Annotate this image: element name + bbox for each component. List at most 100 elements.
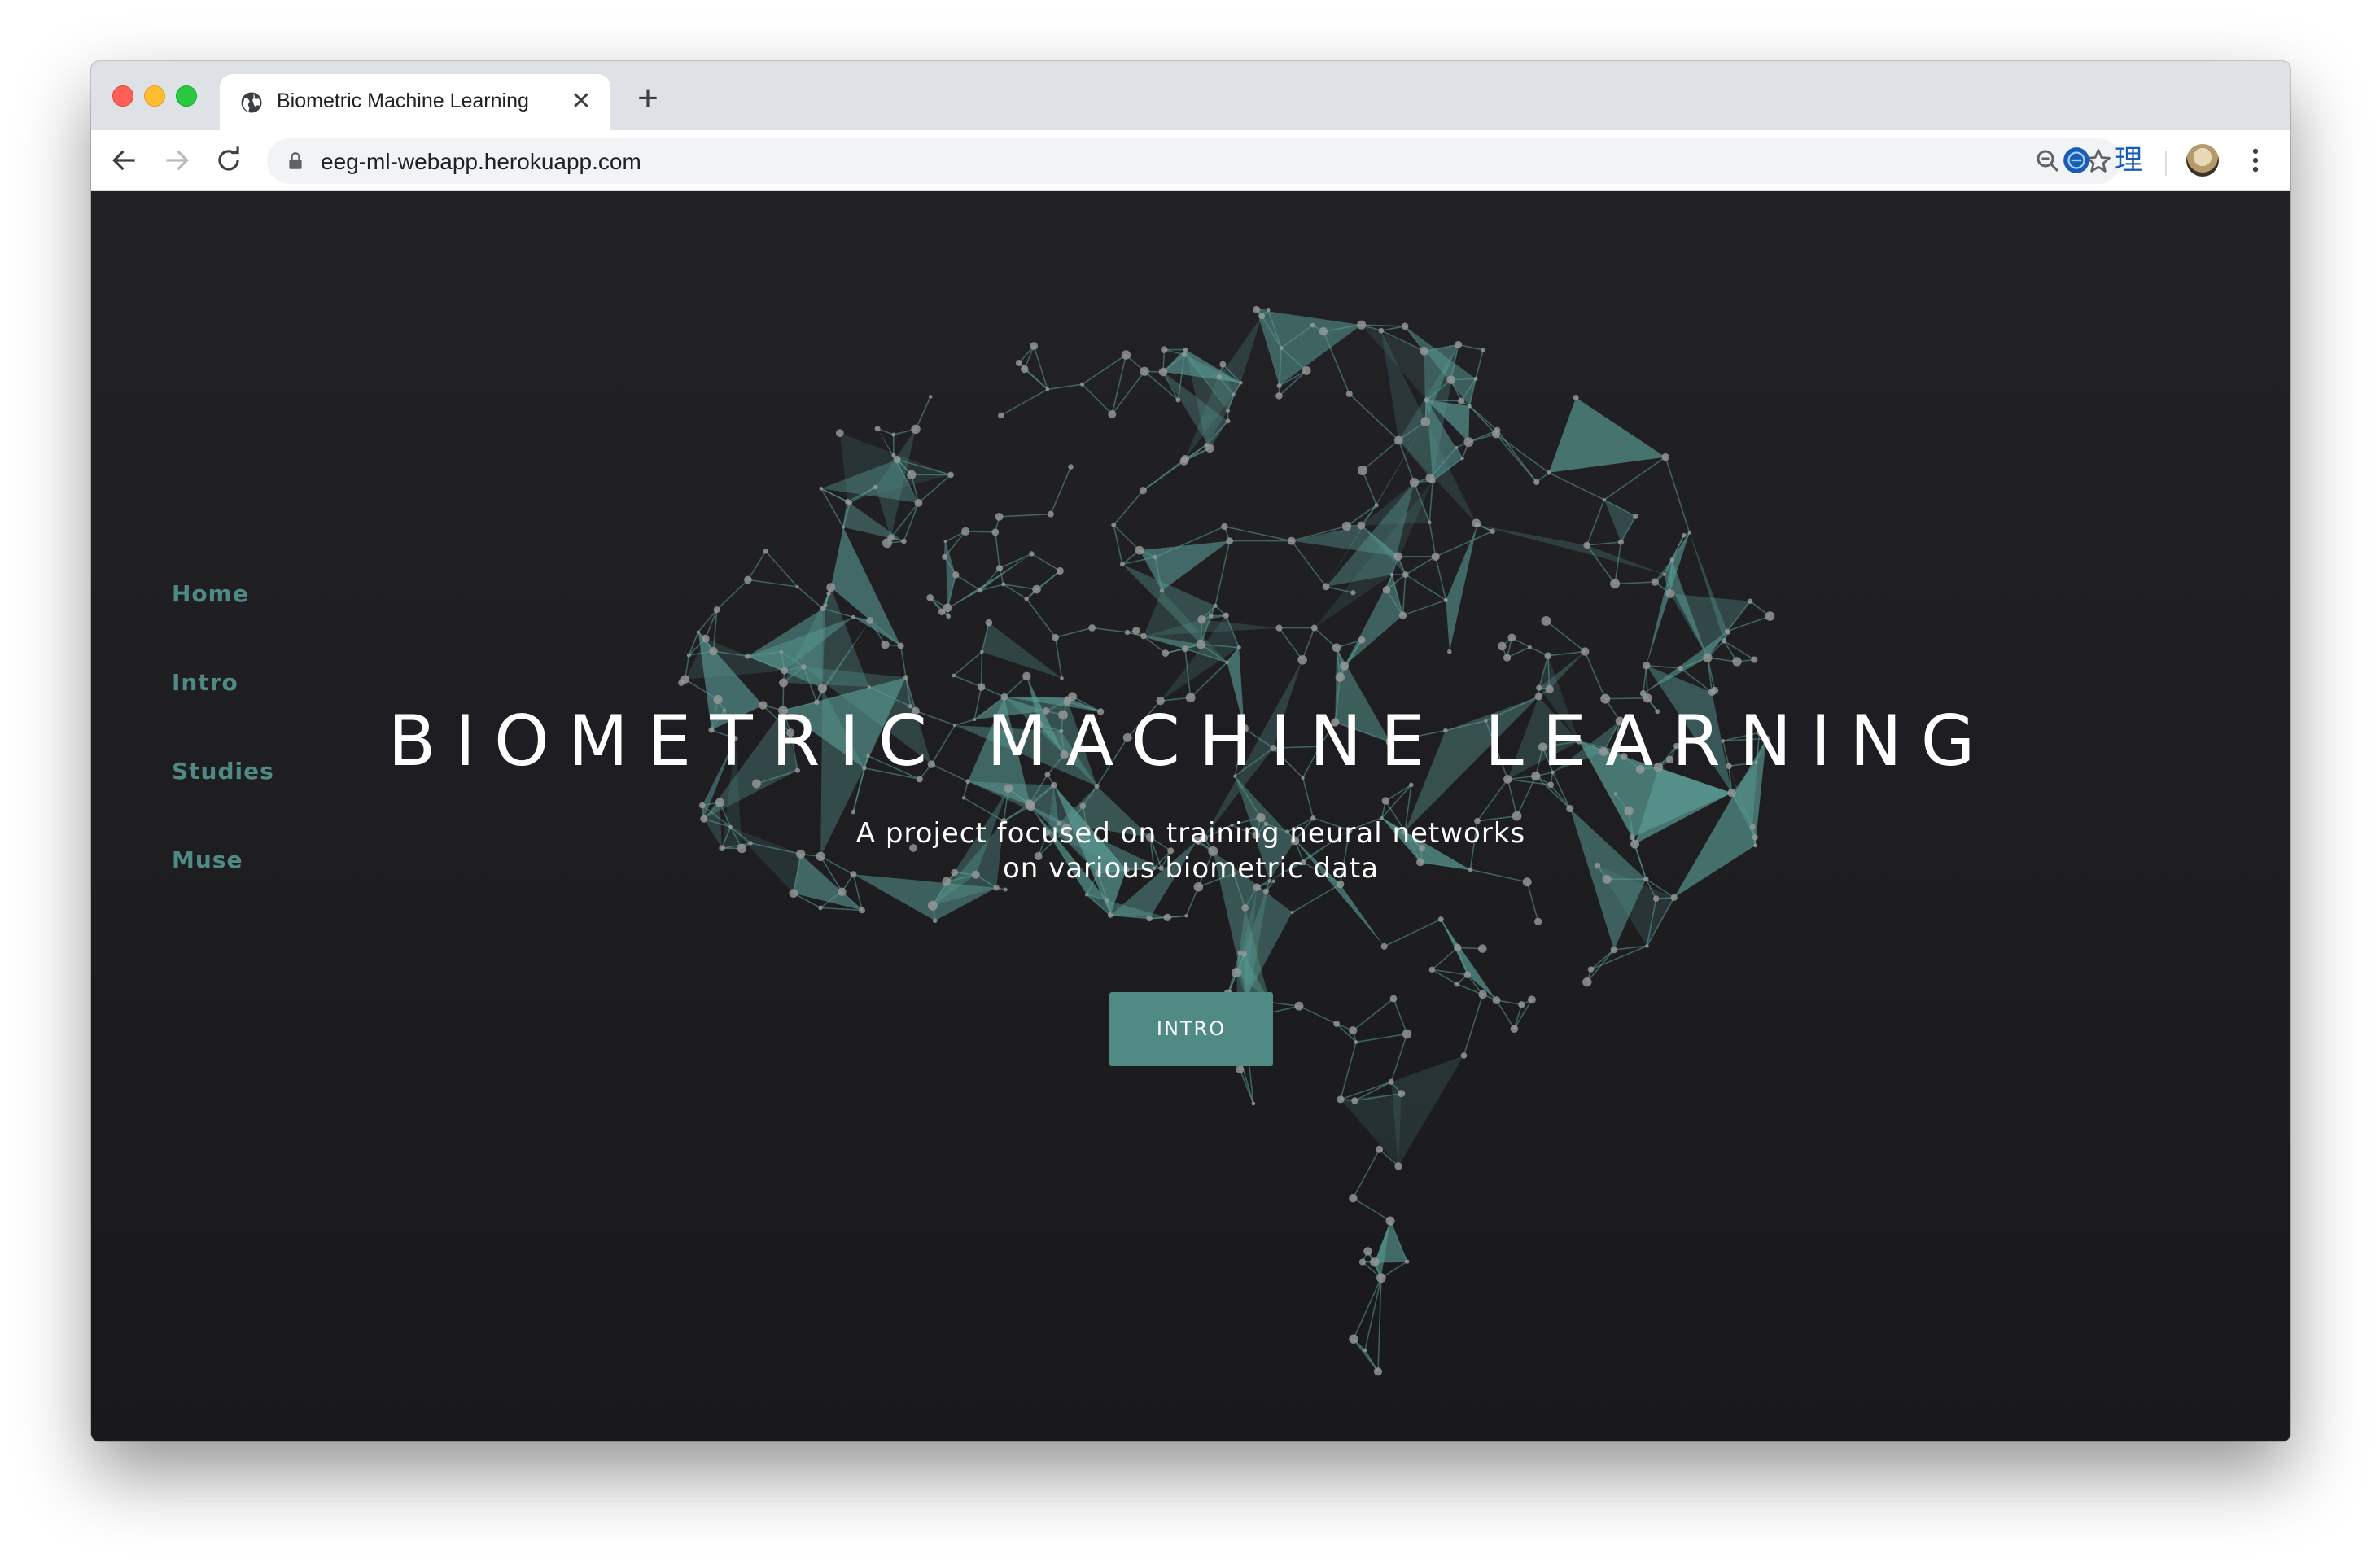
mesh-node (1159, 588, 1165, 593)
mesh-edge (999, 553, 1032, 570)
mesh-node (1358, 636, 1366, 644)
mesh-node (1687, 531, 1691, 535)
mesh-node (1708, 689, 1716, 697)
mesh-edge (1082, 354, 1127, 385)
back-arrow-icon[interactable] (109, 145, 140, 176)
mesh-node (1275, 624, 1283, 632)
tab-close-icon[interactable]: ✕ (567, 87, 596, 116)
mesh-node (1547, 781, 1555, 789)
extension-kanji-icon[interactable]: 理 (2113, 145, 2144, 176)
mesh-node (709, 646, 718, 656)
mesh-edge (1402, 599, 1446, 616)
mesh-node (1153, 554, 1157, 560)
mesh-node (881, 641, 890, 649)
mesh-node (1022, 671, 1031, 680)
mesh-node (1333, 1021, 1341, 1027)
lock-icon[interactable] (285, 151, 306, 172)
mesh-edge (1546, 620, 1586, 653)
mesh-edge (1113, 490, 1144, 526)
mesh-edge (1405, 574, 1446, 601)
minimize-window-button[interactable] (144, 85, 165, 107)
mesh-node (1481, 348, 1485, 352)
mesh-edge (1352, 1148, 1380, 1199)
mesh-node (1454, 981, 1460, 987)
mesh-node (1518, 1001, 1525, 1008)
mesh-node (867, 684, 871, 689)
mesh-edge (1547, 650, 1586, 657)
mesh-edge (1031, 553, 1061, 572)
mesh-node (1182, 352, 1188, 357)
mesh-edge (1142, 458, 1186, 492)
mesh-node (826, 583, 836, 592)
mesh-node (744, 575, 752, 584)
mesh-edge (1349, 393, 1399, 441)
mesh-node (826, 591, 831, 597)
mesh-node (1681, 532, 1687, 538)
profile-avatar[interactable] (2186, 144, 2219, 177)
mesh-node (1458, 397, 1465, 404)
mesh-edge (698, 609, 718, 633)
mesh-edge (1431, 947, 1459, 970)
mesh-edge (1495, 999, 1516, 1030)
mesh-node (891, 432, 896, 437)
mesh-node (1226, 409, 1231, 413)
mesh-node (873, 484, 878, 490)
new-tab-button[interactable]: + (630, 81, 666, 116)
mesh-node (946, 614, 952, 619)
mesh-node (995, 512, 1004, 521)
mesh-node (1547, 470, 1551, 475)
mesh-node (901, 538, 907, 544)
mesh-node (1533, 479, 1540, 485)
mesh-edge (1584, 651, 1606, 699)
zoom-icon[interactable] (2033, 146, 2063, 176)
mesh-edge (1507, 646, 1530, 658)
mesh-node (928, 395, 933, 399)
mesh-edge (1458, 343, 1484, 351)
mesh-node (842, 525, 846, 529)
mesh-edge (747, 579, 798, 588)
mesh-node (1079, 802, 1087, 810)
mesh-node (795, 584, 799, 589)
reload-icon[interactable] (213, 145, 244, 176)
close-window-button[interactable] (112, 85, 133, 107)
extension-globe-icon[interactable] (2061, 145, 2092, 176)
browser-tab[interactable]: Biometric Machine Learning ✕ (220, 74, 610, 130)
mesh-node (1510, 1025, 1519, 1034)
mesh-edge (995, 531, 1000, 569)
kebab-menu-icon[interactable] (2240, 145, 2271, 176)
nav-link-intro[interactable]: Intro (172, 669, 274, 696)
address-bar[interactable]: eeg-ml-webapp.herokuapp.com (267, 138, 2121, 184)
mesh-node (1431, 552, 1440, 562)
mesh-node (1354, 1040, 1358, 1044)
mesh-node (985, 619, 993, 627)
maximize-window-button[interactable] (176, 85, 197, 107)
mesh-edge (1050, 466, 1072, 514)
forward-arrow-icon[interactable] (161, 145, 192, 176)
mesh-node (1420, 417, 1431, 426)
mesh-node (1276, 383, 1282, 389)
mesh-node (789, 889, 798, 898)
mesh-node (1748, 598, 1753, 604)
intro-button[interactable]: INTRO (1109, 992, 1273, 1066)
mesh-node (1050, 781, 1057, 789)
mesh-node (696, 630, 700, 634)
mesh-node (781, 667, 789, 675)
mesh-edge (1405, 556, 1437, 575)
mesh-node (1310, 624, 1318, 632)
mesh-edge (1026, 570, 1061, 600)
mesh-node (1721, 638, 1727, 644)
mesh-node (1468, 404, 1472, 409)
nav-link-home[interactable]: Home (172, 580, 274, 607)
mesh-node (1045, 387, 1050, 391)
mesh-node (1183, 347, 1188, 352)
mesh-node (947, 471, 954, 479)
mesh-node (1232, 967, 1242, 977)
mesh-node (866, 616, 874, 624)
mesh-node (1409, 478, 1420, 488)
mesh-node (1610, 946, 1618, 954)
mesh-node (911, 424, 921, 435)
mesh-node (1613, 792, 1617, 796)
mesh-node (1088, 624, 1096, 632)
mesh-node (1544, 652, 1552, 660)
mesh-node (1216, 374, 1222, 380)
